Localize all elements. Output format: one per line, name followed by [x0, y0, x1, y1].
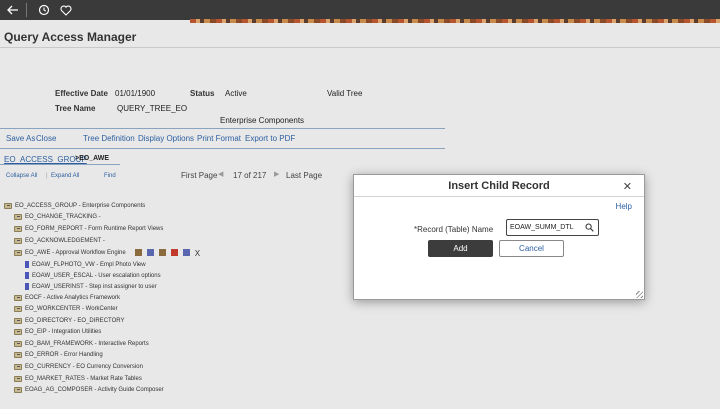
tree-record[interactable]: EOAW_USERINST - Step inst assigner to us… [25, 283, 157, 290]
page-title: Query Access Manager [4, 30, 137, 44]
effective-date-value: 01/01/1900 [115, 89, 156, 98]
folder-icon [14, 238, 22, 244]
help-link[interactable]: Help [616, 202, 632, 211]
insert-sibling-icon[interactable] [134, 249, 142, 256]
status-value: Active [225, 89, 247, 98]
close-icon[interactable]: ✕ [623, 180, 632, 193]
record-name-value: EOAW_SUMM_DTL [510, 224, 574, 231]
expand-all-link[interactable]: Expand All [51, 173, 79, 179]
folder-icon [14, 295, 22, 301]
tree-node[interactable]: EO_MARKET_RATES - Market Rate Tables [14, 376, 142, 382]
dialog-title: Insert Child Record [448, 180, 550, 192]
folder-icon [14, 387, 22, 393]
search-icon[interactable] [585, 223, 594, 234]
title-divider [0, 47, 720, 48]
first-page-link[interactable]: First Page [181, 171, 217, 180]
tree-node[interactable]: EO_FORM_REPORT - Form Runtime Report Vie… [14, 226, 163, 232]
tree-node-selected[interactable]: EO_AWE - Approval Workflow Engine X [14, 249, 200, 258]
add-button[interactable]: Add [428, 240, 493, 257]
close-link[interactable]: Close [36, 134, 56, 143]
history-icon[interactable] [35, 0, 53, 20]
folder-icon [14, 249, 22, 256]
last-page-link[interactable]: Last Page [286, 171, 322, 180]
tree-definition-link[interactable]: Tree Definition [83, 134, 135, 143]
tree-node[interactable]: EOCF - Active Analytics Framework [14, 295, 120, 301]
print-format-link[interactable]: Print Format [197, 134, 241, 143]
tree-name-value: QUERY_TREE_EO [117, 104, 188, 113]
insert-record-icon[interactable] [158, 249, 166, 256]
resize-handle[interactable] [636, 291, 643, 298]
dialog-header: Insert Child Record ✕ [354, 175, 644, 197]
controls-separator: | [46, 173, 48, 179]
breadcrumb-current: >EO_AWE [75, 155, 110, 162]
effective-date-label: Effective Date [55, 89, 108, 98]
folder-icon [14, 318, 22, 324]
folder-icon [4, 203, 12, 209]
tree-node[interactable]: EO_WORKCENTER - WorkCenter [14, 306, 118, 312]
tree-node[interactable]: EO_ACKNOWLEDGEMENT - [14, 238, 105, 244]
next-page-icon[interactable]: ▶ [274, 170, 279, 178]
tree-node-root[interactable]: EO_ACCESS_GROUP - Enterprise Components [4, 203, 145, 209]
status-label: Status [190, 89, 215, 98]
node-toolbar: X [134, 249, 200, 258]
prev-page-icon[interactable]: ◀ [218, 170, 223, 178]
folder-icon [14, 306, 22, 312]
valid-tree-text: Valid Tree [327, 89, 363, 98]
folder-icon [14, 329, 22, 335]
record-name-label: *Record (Table) Name [414, 225, 494, 234]
save-as-link[interactable]: Save As [6, 134, 35, 143]
tree-record[interactable]: EOAW_FLPHOTO_VW - Empl Photo View [25, 261, 146, 268]
edit-node-icon[interactable] [170, 249, 178, 256]
tree-node[interactable]: EO_BAM_FRAMEWORK - Interactive Reports [14, 341, 149, 347]
record-name-input[interactable]: EOAW_SUMM_DTL [506, 219, 599, 236]
tree-description: Enterprise Components [220, 116, 305, 125]
cut-icon[interactable]: X [195, 249, 200, 258]
tree-node[interactable]: EO_ERROR - Error Handling [14, 352, 103, 358]
cancel-button[interactable]: Cancel [499, 240, 564, 257]
actions-bottom-divider [0, 148, 445, 149]
tree-node[interactable]: EOAG_AG_COMPOSER - Activity Guide Compos… [14, 387, 164, 393]
record-icon [25, 272, 29, 279]
folder-icon [14, 352, 22, 358]
tree-name-label: Tree Name [55, 104, 96, 113]
record-icon [25, 283, 29, 290]
folder-icon [14, 364, 22, 370]
favorite-heart-icon[interactable] [57, 0, 75, 20]
folder-icon [14, 376, 22, 382]
record-icon [25, 261, 29, 268]
move-node-icon[interactable] [182, 249, 190, 256]
display-options-link[interactable]: Display Options [138, 134, 194, 143]
breadcrumb-divider [0, 164, 120, 165]
find-link[interactable]: Find [104, 173, 116, 179]
export-pdf-link[interactable]: Export to PDF [245, 134, 295, 143]
tree-record[interactable]: EOAW_USER_ESCAL - User escalation option… [25, 272, 161, 279]
insert-child-record-dialog: Insert Child Record ✕ Help *Record (Tabl… [353, 174, 645, 300]
folder-icon [14, 341, 22, 347]
actions-top-divider [0, 128, 445, 129]
tree-node[interactable]: EO_EIP - Integration Utilities [14, 329, 101, 335]
insert-child-icon[interactable] [146, 249, 154, 256]
tree-node[interactable]: EO_DIRECTORY - EO_DIRECTORY [14, 318, 124, 324]
collapse-all-link[interactable]: Collapse All [6, 173, 37, 179]
toolbar-divider [26, 3, 27, 17]
folder-icon [14, 226, 22, 232]
tree-node[interactable]: EO_CURRENCY - EO Currency Conversion [14, 364, 143, 370]
folder-icon [14, 214, 22, 220]
page-info: 17 of 217 [233, 171, 267, 180]
tree-node[interactable]: EO_CHANGE_TRACKING - [14, 214, 101, 220]
back-arrow-icon[interactable] [4, 0, 22, 20]
top-toolbar [0, 0, 720, 20]
header-banner-image [190, 19, 720, 23]
